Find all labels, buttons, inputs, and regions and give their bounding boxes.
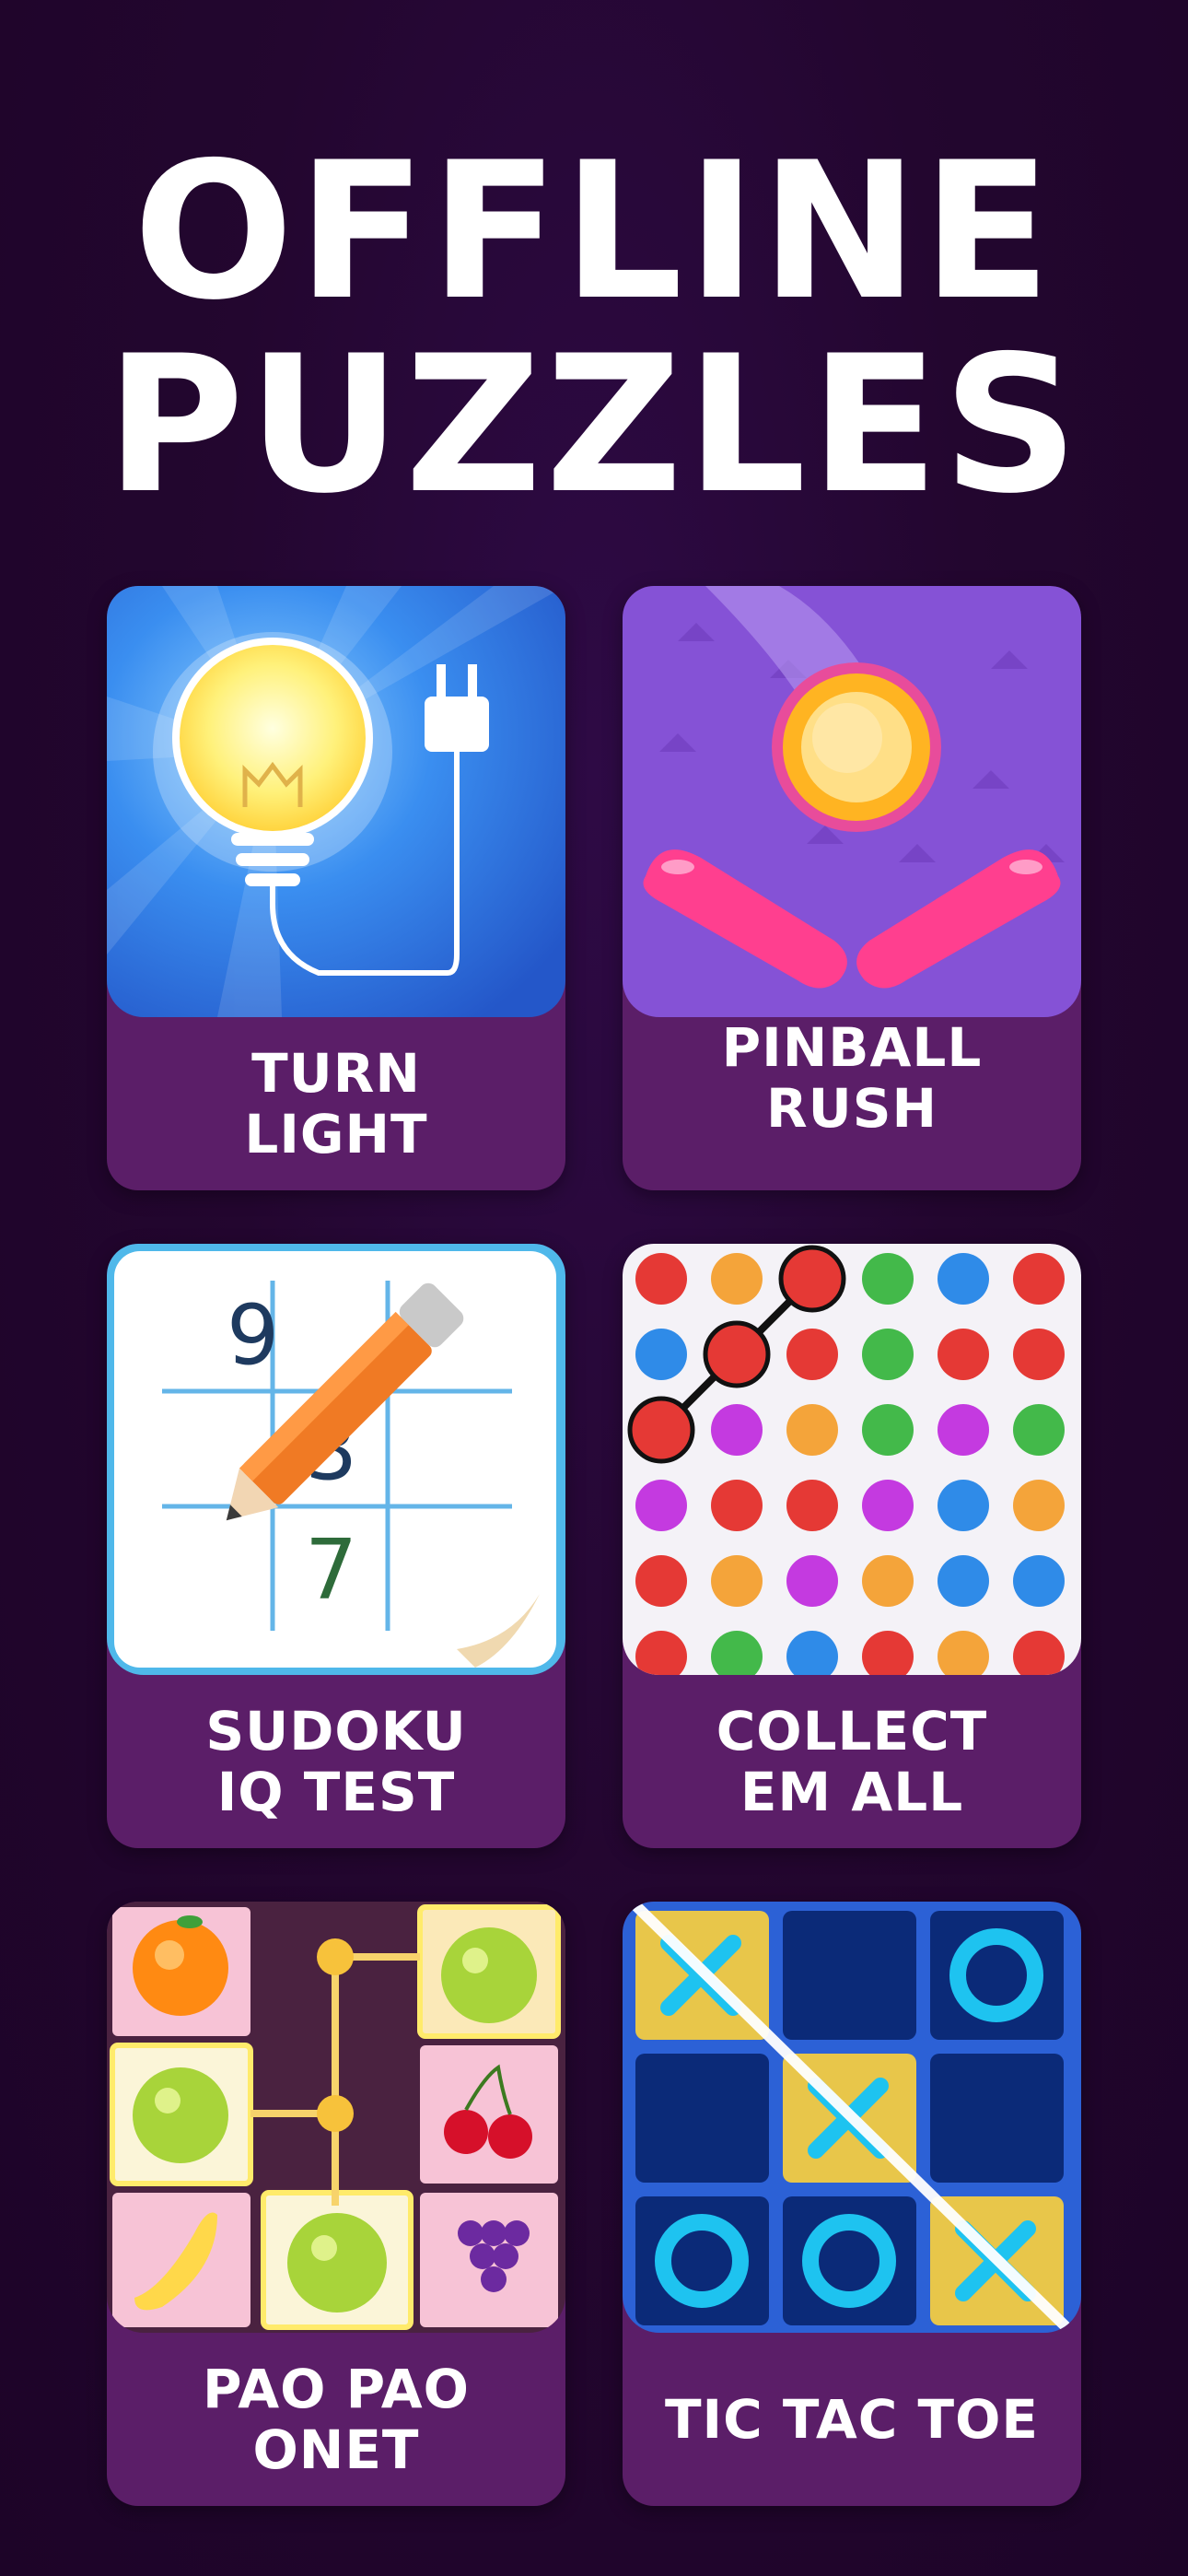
color-dot (778, 1245, 846, 1313)
game-title-line-1: COLLECT (716, 1700, 988, 1762)
game-title-pao-pao-onet: PAO PAO ONET (107, 2333, 565, 2506)
page-title-line-1: OFFLINE (133, 123, 1055, 342)
game-title-line-1: SUDOKU (205, 1700, 467, 1762)
color-dot (1013, 1253, 1065, 1305)
game-title-line-2: IQ TEST (216, 1761, 456, 1823)
color-dot (635, 1329, 687, 1380)
color-dots-icon (623, 1244, 1081, 1675)
game-title-line-1: TURN (251, 1042, 421, 1105)
color-dot (862, 1555, 914, 1607)
lightbulb-plug-icon (107, 586, 565, 1017)
game-title-line-1: PAO PAO (203, 2358, 470, 2420)
game-title-line-2: EM ALL (740, 1761, 964, 1823)
color-dot (711, 1480, 763, 1531)
game-title-line-2: ONET (252, 2418, 420, 2481)
game-title-tic-tac-toe: TIC TAC TOE (623, 2333, 1081, 2506)
color-dot (627, 1396, 695, 1464)
color-dot (862, 1329, 914, 1380)
game-title-line-2: LIGHT (244, 1103, 428, 1165)
color-dot (862, 1253, 914, 1305)
color-dot (938, 1329, 989, 1380)
game-title-line-1: TIC TAC TOE (664, 2388, 1040, 2451)
color-dot (938, 1404, 989, 1456)
tic-tac-toe-icon (623, 1902, 1081, 2333)
game-title-sudoku-iq-test: SUDOKU IQ TEST (107, 1675, 565, 1848)
game-card-tic-tac-toe[interactable]: TIC TAC TOE (623, 1902, 1081, 2506)
page-title-line-2: PUZZLES (105, 316, 1083, 535)
game-title-collect-em-all: COLLECT EM ALL (623, 1675, 1081, 1848)
color-dot (786, 1404, 838, 1456)
sudoku-digit-7: 7 (305, 1522, 357, 1619)
color-dot (786, 1329, 838, 1380)
game-title-line-2: RUSH (765, 1077, 938, 1140)
color-dot (635, 1480, 687, 1531)
game-card-turn-light[interactable]: TURN LIGHT (107, 586, 565, 1190)
pinball-icon (623, 586, 1081, 1017)
color-dot (711, 1404, 763, 1456)
color-dot (862, 1404, 914, 1456)
color-dot (711, 1253, 763, 1305)
color-dot (786, 1480, 838, 1531)
color-dot (1013, 1480, 1065, 1531)
game-card-collect-em-all[interactable]: COLLECT EM ALL (623, 1244, 1081, 1848)
sudoku-pencil-icon: 9 3 7 (107, 1244, 565, 1675)
game-card-pinball-rush[interactable]: PINBALL RUSH (623, 586, 1081, 1190)
color-dot (703, 1320, 771, 1388)
color-dot (711, 1555, 763, 1607)
color-dot (938, 1555, 989, 1607)
color-dot (1013, 1329, 1065, 1380)
color-dot (786, 1555, 838, 1607)
color-dot (635, 1253, 687, 1305)
game-title-pinball-rush: PINBALL RUSH (623, 991, 1081, 1165)
color-dot (1013, 1404, 1065, 1456)
sudoku-digit-9: 9 (227, 1287, 279, 1384)
game-title-line-1: PINBALL (721, 1016, 983, 1079)
game-card-sudoku-iq-test[interactable]: 9 3 7 SUDOKU IQ TEST (107, 1244, 565, 1848)
color-dot (1013, 1555, 1065, 1607)
fruit-match-icon (107, 1902, 565, 2333)
color-dot (635, 1555, 687, 1607)
color-dot (938, 1480, 989, 1531)
color-dot (938, 1253, 989, 1305)
game-title-turn-light: TURN LIGHT (107, 1017, 565, 1190)
game-card-pao-pao-onet[interactable]: PAO PAO ONET (107, 1902, 565, 2506)
color-dot (862, 1480, 914, 1531)
